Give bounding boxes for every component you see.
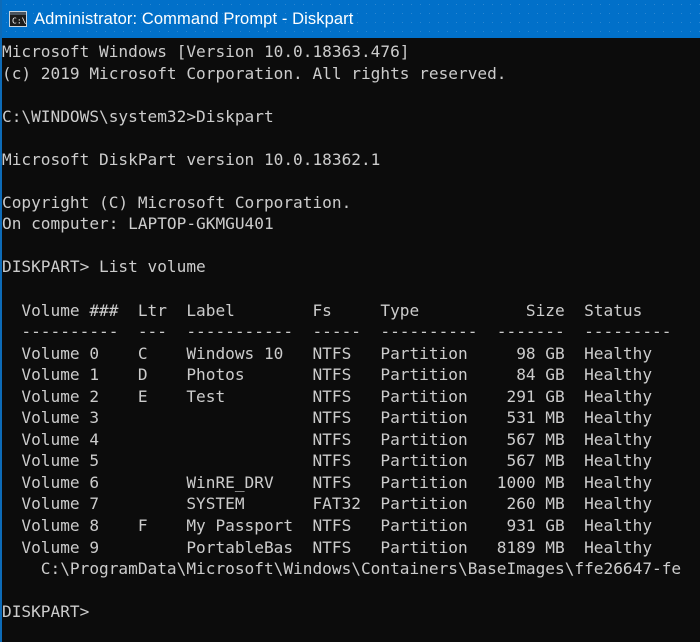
console-text: Microsoft Windows [Version 10.0.18363.47…	[2, 42, 682, 622]
svg-text:C:\: C:\	[12, 16, 27, 25]
command-prompt-window: C:\ Administrator: Command Prompt - Disk…	[0, 0, 700, 642]
title-bar[interactable]: C:\ Administrator: Command Prompt - Disk…	[2, 0, 700, 38]
window-title: Administrator: Command Prompt - Diskpart	[34, 9, 354, 28]
command-prompt-icon: C:\	[9, 11, 27, 27]
console-output-area[interactable]: Microsoft Windows [Version 10.0.18363.47…	[2, 38, 700, 642]
